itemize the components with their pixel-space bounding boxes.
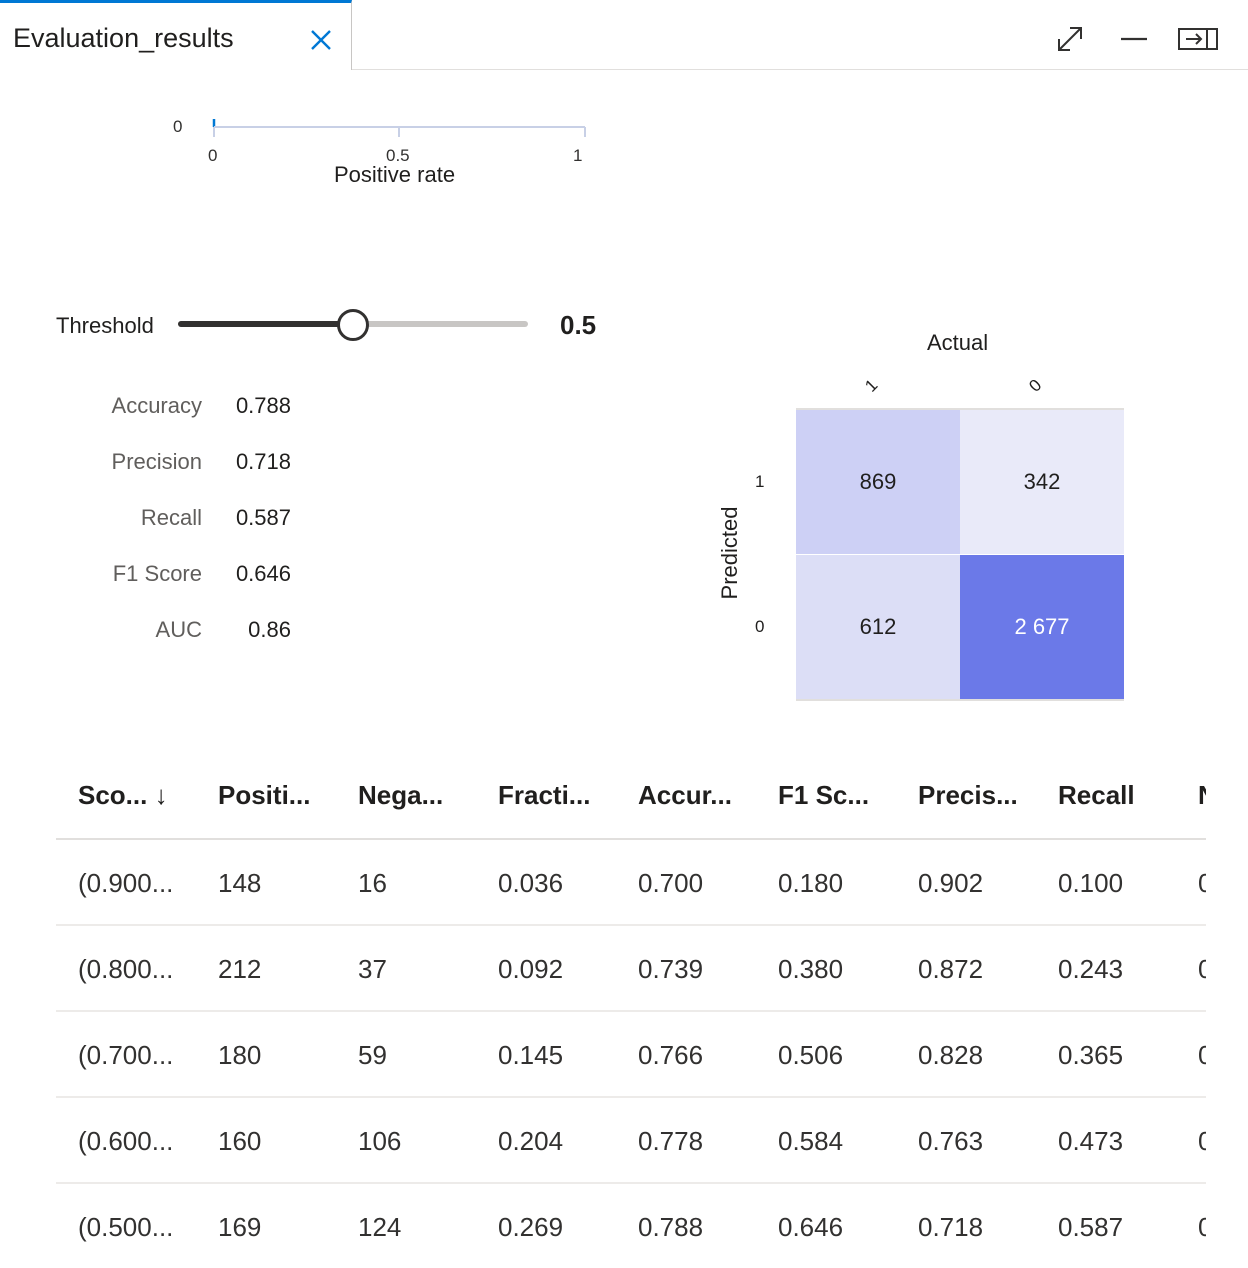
confusion-cell-tn[interactable]: 2 677 bbox=[960, 555, 1124, 699]
cell: 16 bbox=[358, 868, 387, 898]
confusion-col-label: 1 bbox=[861, 375, 882, 396]
col-header-negative[interactable]: Nega... bbox=[358, 780, 443, 811]
cell: 0 bbox=[1198, 1126, 1206, 1156]
roc-x-axis-label: Positive rate bbox=[334, 162, 456, 187]
cell: 0.902 bbox=[918, 868, 984, 898]
col-header-next[interactable]: N bbox=[1198, 780, 1206, 811]
cell: 0.180 bbox=[778, 868, 844, 898]
metric-label-recall: Recall bbox=[140, 505, 202, 530]
cell: (0.800... bbox=[78, 954, 174, 984]
cell: 0.092 bbox=[498, 954, 564, 984]
cell: 0.204 bbox=[498, 1126, 564, 1156]
tab-bar: Evaluation_results bbox=[0, 0, 1248, 70]
cell: 0.646 bbox=[778, 1212, 844, 1242]
threshold-value: 0.5 bbox=[560, 310, 597, 340]
confusion-col-label: 0 bbox=[1025, 375, 1046, 396]
metric-value-accuracy: 0.788 bbox=[235, 393, 291, 418]
col-header-f1[interactable]: F1 Sc... bbox=[778, 780, 869, 811]
cell: 0 bbox=[1198, 868, 1206, 898]
cell: 0.380 bbox=[778, 954, 844, 984]
tab-evaluation-results[interactable]: Evaluation_results bbox=[0, 0, 352, 70]
threshold-label: Threshold bbox=[56, 313, 154, 338]
table-row[interactable]: (0.700... 180 59 0.145 0.766 0.506 0.828… bbox=[56, 1012, 1206, 1098]
confusion-cell-fn[interactable]: 612 bbox=[796, 555, 960, 699]
roc-x-ticks bbox=[213, 127, 586, 137]
cell: 37 bbox=[358, 954, 387, 984]
cell: 0 bbox=[1198, 1212, 1206, 1242]
confusion-cell-tp[interactable]: 869 bbox=[796, 410, 960, 554]
cell: 124 bbox=[358, 1212, 402, 1242]
col-header-positive[interactable]: Positi... bbox=[218, 780, 310, 811]
cell: 0.763 bbox=[918, 1126, 984, 1156]
close-icon[interactable] bbox=[308, 27, 334, 53]
dock-panel-icon[interactable] bbox=[1177, 22, 1219, 56]
tab-title: Evaluation_results bbox=[13, 23, 234, 53]
metric-value-precision: 0.718 bbox=[235, 449, 291, 474]
cell: 0.766 bbox=[638, 1040, 704, 1070]
slider-thumb[interactable] bbox=[337, 309, 369, 341]
cell: 0 bbox=[1198, 1040, 1206, 1070]
roc-y-tick: 0 bbox=[173, 117, 182, 136]
col-header-fraction[interactable]: Fracti... bbox=[498, 780, 590, 811]
cell: 0.778 bbox=[638, 1126, 704, 1156]
cell: 0 bbox=[1198, 954, 1206, 984]
cell: (0.900... bbox=[78, 868, 174, 898]
cell: 0.872 bbox=[918, 954, 984, 984]
cell: 0.718 bbox=[918, 1212, 984, 1242]
cell: 0.269 bbox=[498, 1212, 564, 1242]
confusion-predicted-label: Predicted bbox=[717, 506, 742, 600]
metric-value-recall: 0.587 bbox=[235, 505, 291, 530]
cell: 0.100 bbox=[1058, 868, 1124, 898]
cell: 169 bbox=[218, 1212, 262, 1242]
confusion-row-label: 0 bbox=[755, 617, 765, 636]
cell: 0.587 bbox=[1058, 1212, 1124, 1242]
cell: 180 bbox=[218, 1040, 262, 1070]
table-row[interactable]: (0.500... 169 124 0.269 0.788 0.646 0.71… bbox=[56, 1184, 1206, 1268]
cell: (0.500... bbox=[78, 1212, 174, 1242]
table-row[interactable]: (0.600... 160 106 0.204 0.778 0.584 0.76… bbox=[56, 1098, 1206, 1184]
metric-label-auc: AUC bbox=[155, 617, 202, 642]
metric-label-precision: Precision bbox=[111, 449, 202, 474]
roc-x-tick: 1 bbox=[573, 146, 582, 165]
cell: 148 bbox=[218, 868, 262, 898]
cell: 0.365 bbox=[1058, 1040, 1124, 1070]
cell: 0.145 bbox=[498, 1040, 564, 1070]
confusion-matrix: 869 342 612 2 677 bbox=[796, 408, 1124, 701]
cell: (0.600... bbox=[78, 1126, 174, 1156]
metric-label-accuracy: Accuracy bbox=[111, 393, 202, 418]
cell: 212 bbox=[218, 954, 262, 984]
col-header-score[interactable]: Sco... ↓ bbox=[78, 780, 168, 811]
cell: 0.788 bbox=[638, 1212, 704, 1242]
confusion-row-label: 1 bbox=[755, 472, 765, 491]
table-row[interactable]: (0.900... 148 16 0.036 0.700 0.180 0.902… bbox=[56, 840, 1206, 926]
roc-chart-fragment: 0 0 0.5 1 bbox=[173, 117, 586, 165]
confusion-actual-label: Actual bbox=[927, 330, 989, 355]
slider-fill bbox=[178, 321, 353, 327]
cell: 59 bbox=[358, 1040, 387, 1070]
col-header-accuracy[interactable]: Accur... bbox=[638, 780, 732, 811]
col-header-precision[interactable]: Precis... bbox=[918, 780, 1018, 811]
metric-value-f1: 0.646 bbox=[235, 561, 291, 586]
confusion-cell-fp[interactable]: 342 bbox=[960, 410, 1124, 554]
cell: 0.584 bbox=[778, 1126, 844, 1156]
cell: 106 bbox=[358, 1126, 402, 1156]
metric-value-auc: 0.86 bbox=[248, 617, 291, 642]
col-header-recall[interactable]: Recall bbox=[1058, 780, 1135, 811]
roc-x-tick: 0 bbox=[208, 146, 217, 165]
cell: 0.243 bbox=[1058, 954, 1124, 984]
metric-label-f1: F1 Score bbox=[112, 561, 202, 586]
threshold-table: Sco... ↓ Positi... Nega... Fracti... Acc… bbox=[56, 760, 1206, 1268]
cell: 160 bbox=[218, 1126, 262, 1156]
expand-icon[interactable] bbox=[1053, 22, 1087, 56]
cell: 0.036 bbox=[498, 868, 564, 898]
table-row[interactable]: (0.800... 212 37 0.092 0.739 0.380 0.872… bbox=[56, 926, 1206, 1012]
cell: 0.739 bbox=[638, 954, 704, 984]
cell: 0.828 bbox=[918, 1040, 984, 1070]
cell: 0.473 bbox=[1058, 1126, 1124, 1156]
cell: 0.700 bbox=[638, 868, 704, 898]
minimize-icon[interactable] bbox=[1117, 22, 1151, 56]
threshold-slider[interactable] bbox=[178, 309, 528, 341]
cell: 0.506 bbox=[778, 1040, 844, 1070]
cell: (0.700... bbox=[78, 1040, 174, 1070]
